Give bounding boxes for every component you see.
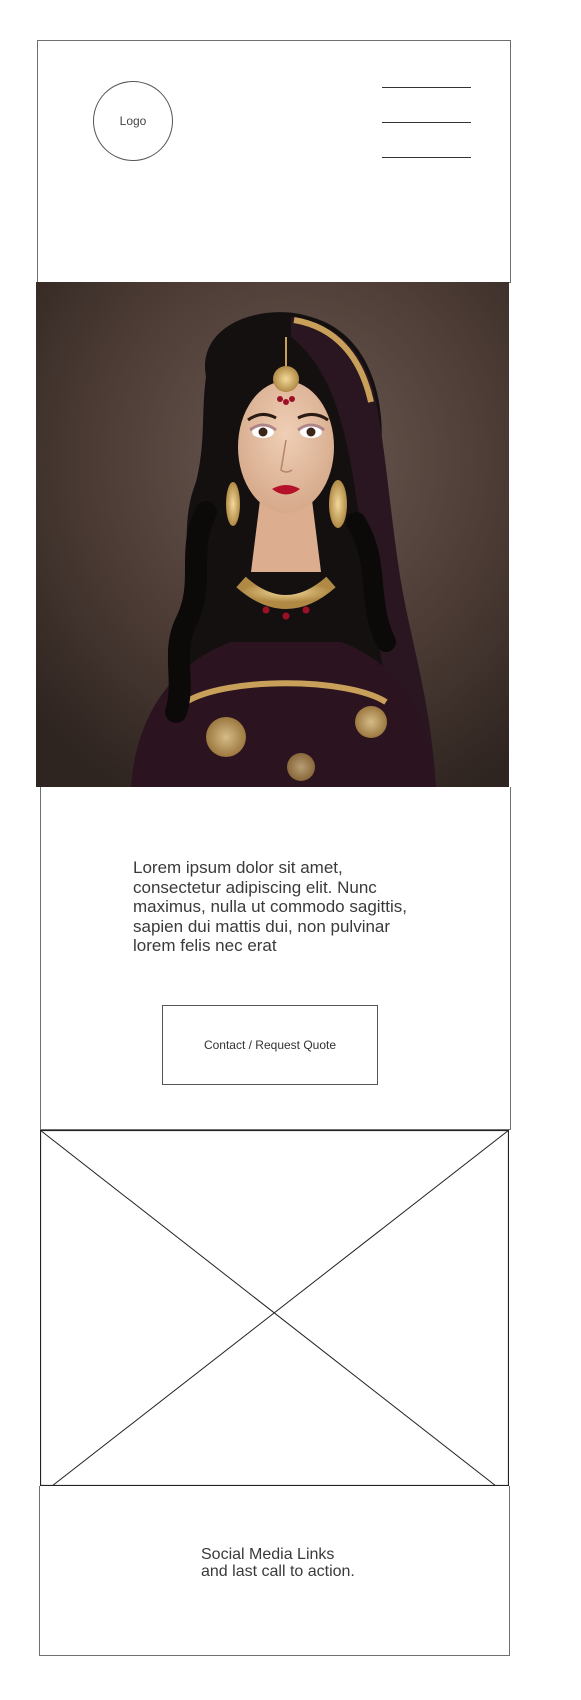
hamburger-menu-icon[interactable]	[382, 80, 471, 160]
footer-line-social: Social Media Links	[201, 1546, 335, 1563]
logo-label: Logo	[119, 114, 147, 128]
image-placeholder	[39, 1129, 510, 1487]
header-frame	[37, 40, 511, 283]
logo-placeholder[interactable]: Logo	[93, 81, 173, 161]
contact-request-quote-button[interactable]: Contact / Request Quote	[162, 1005, 378, 1085]
intro-paragraph: Lorem ipsum dolor sit amet, consectetur …	[133, 858, 407, 955]
footer-text: Social Media Links and last call to acti…	[201, 1546, 355, 1580]
menu-line-bottom	[382, 157, 471, 158]
hero-photo	[36, 282, 509, 787]
menu-line-middle	[382, 122, 471, 123]
menu-line-top	[382, 87, 471, 88]
footer-line-cta: and last call to action.	[201, 1563, 355, 1580]
